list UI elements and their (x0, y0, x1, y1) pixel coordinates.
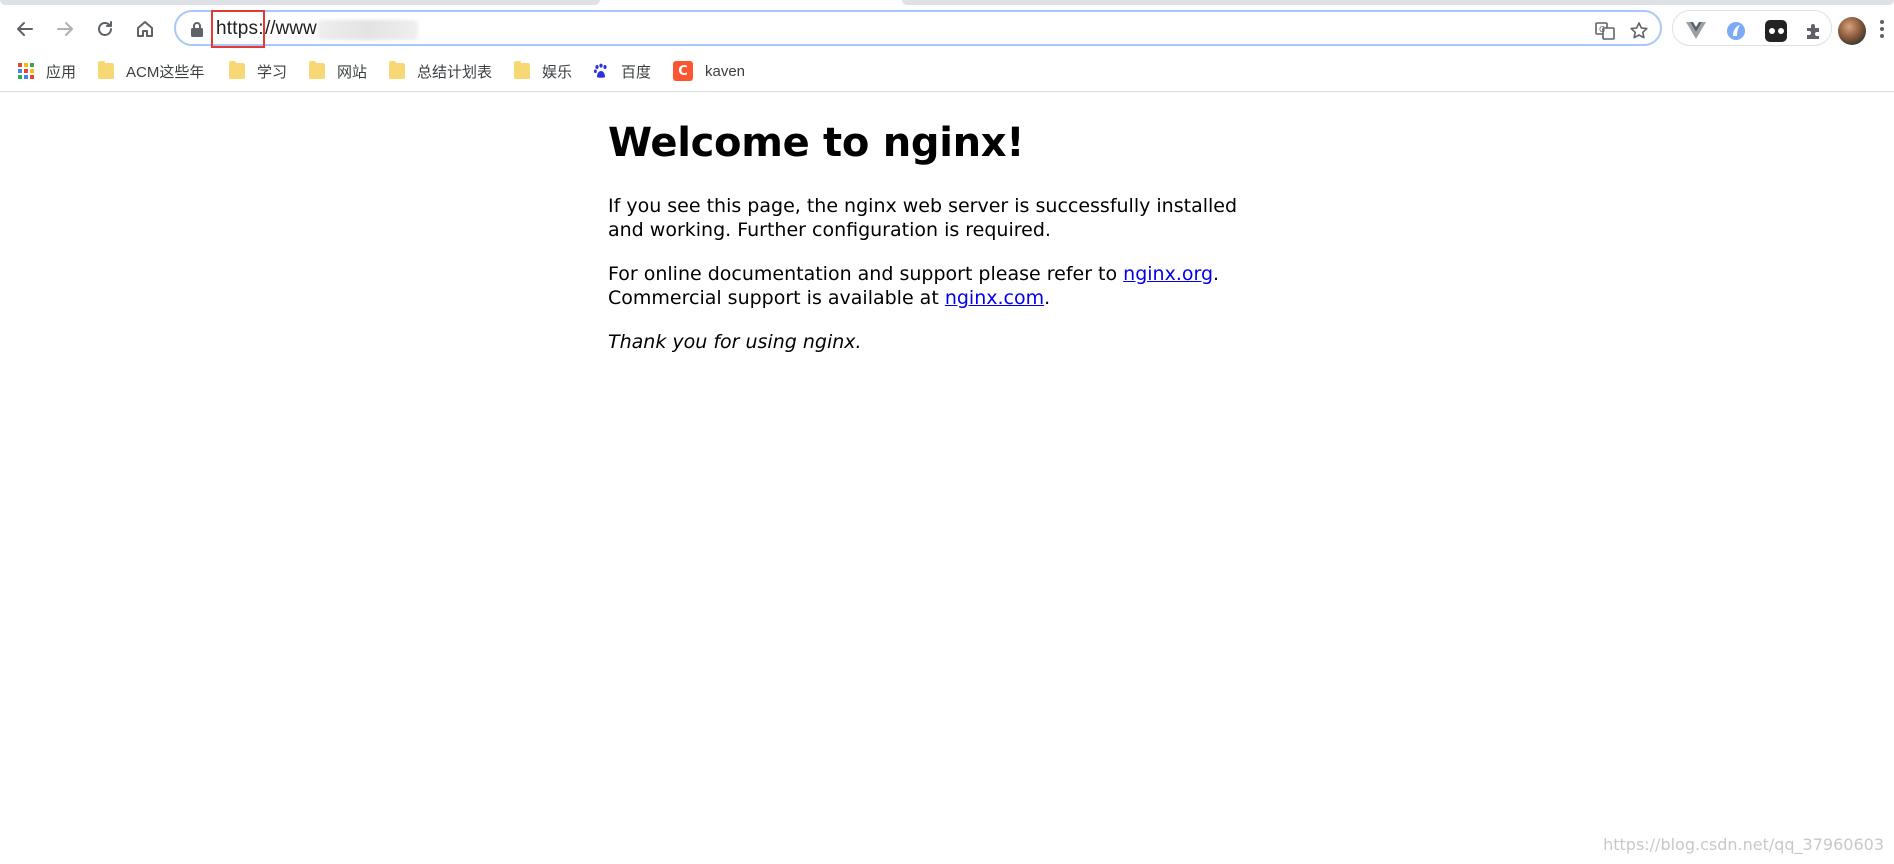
docs-suffix: . (1213, 263, 1220, 285)
vue-icon (1686, 22, 1706, 39)
bookmark-label: 总结计划表 (417, 63, 493, 81)
menu-dot-icon (1880, 20, 1884, 24)
folder-icon (98, 61, 114, 79)
home-button[interactable] (128, 12, 162, 46)
browser-toolbar: https: //www G (0, 6, 1894, 52)
translate-icon: G (1595, 22, 1615, 40)
puzzle-icon (1807, 24, 1819, 39)
browser-menu-button[interactable] (1880, 20, 1886, 42)
reload-icon (98, 21, 112, 36)
mask-extension[interactable] (1725, 20, 1747, 42)
nginx-org-link[interactable]: nginx.org (1123, 263, 1213, 285)
vue-devtools-extension[interactable] (1685, 20, 1707, 42)
reload-button[interactable] (88, 12, 122, 46)
bookmark-label: 学习 (257, 63, 288, 81)
bookmark-label: 应用 (46, 63, 77, 81)
bookmark-label: kaven (705, 62, 746, 80)
redacted-domain (318, 20, 418, 40)
translate-button[interactable]: G (1594, 20, 1616, 42)
extensions-button[interactable] (1803, 20, 1825, 42)
bookmark-study[interactable]: 学习 (229, 59, 287, 83)
baidu-paw-icon (594, 63, 607, 78)
mask-icon (1727, 22, 1745, 40)
bookmark-label: ACM这些年 (126, 63, 205, 81)
bookmark-acm[interactable]: ACM这些年 (98, 59, 204, 83)
docs-text: For online documentation and support ple… (608, 263, 1124, 285)
back-button[interactable] (8, 12, 42, 46)
url-host: //www (265, 18, 317, 39)
menu-dot-icon (1880, 27, 1884, 31)
arrow-right-icon (57, 22, 73, 36)
folder-icon (309, 61, 325, 79)
commercial-text: Commercial support is available at (608, 287, 945, 309)
tampermonkey-icon (1768, 28, 1784, 34)
bookmark-label: 百度 (621, 63, 652, 81)
watermark: https://blog.csdn.net/qq_37960603 (1603, 835, 1884, 854)
https-highlight-box (211, 10, 265, 48)
bookmark-label: 娱乐 (542, 63, 573, 81)
intro-paragraph: If you see this page, the nginx web serv… (608, 195, 1238, 241)
bookmark-baidu[interactable]: 百度 (593, 59, 651, 83)
bookmarks-bar: 应用 ACM这些年 学习 网站 总结计划表 娱乐 百度 C kaven (0, 52, 1894, 92)
bookmark-label: 网站 (337, 63, 368, 81)
tab-edge-right[interactable] (902, 0, 1894, 5)
home-icon (137, 21, 153, 37)
folder-icon (514, 61, 530, 79)
page-title: Welcome to nginx! (608, 120, 1025, 166)
tab-edge-left[interactable] (0, 0, 600, 5)
commercial-suffix: . (1044, 287, 1051, 309)
tampermonkey-extension[interactable] (1765, 20, 1787, 42)
profile-avatar[interactable] (1838, 17, 1866, 45)
svg-text:G: G (1599, 25, 1605, 34)
bookmark-plans[interactable]: 总结计划表 (389, 59, 492, 83)
csdn-c-icon: C (673, 61, 693, 81)
star-icon (1630, 22, 1648, 39)
bookmark-apps[interactable]: 应用 (18, 59, 76, 83)
folder-icon (229, 61, 245, 79)
bookmark-star-button[interactable] (1628, 20, 1650, 42)
bookmark-websites[interactable]: 网站 (309, 59, 367, 83)
folder-icon (389, 61, 405, 79)
bookmark-entertainment[interactable]: 娱乐 (514, 59, 572, 83)
bookmark-kaven[interactable]: C kaven (673, 59, 745, 83)
forward-button[interactable] (48, 12, 82, 46)
menu-dot-icon (1880, 34, 1884, 38)
nginx-com-link[interactable]: nginx.com (945, 287, 1044, 309)
address-bar[interactable]: https: //www G (174, 10, 1662, 46)
page-content: Welcome to nginx! If you see this page, … (608, 92, 1248, 354)
lock-icon[interactable] (190, 21, 204, 37)
arrow-left-icon (17, 22, 33, 36)
extensions-group (1672, 10, 1832, 46)
support-paragraph: For online documentation and support ple… (608, 262, 1248, 310)
apps-grid-icon (18, 63, 34, 79)
thanks-message: Thank you for using nginx. (608, 331, 862, 353)
